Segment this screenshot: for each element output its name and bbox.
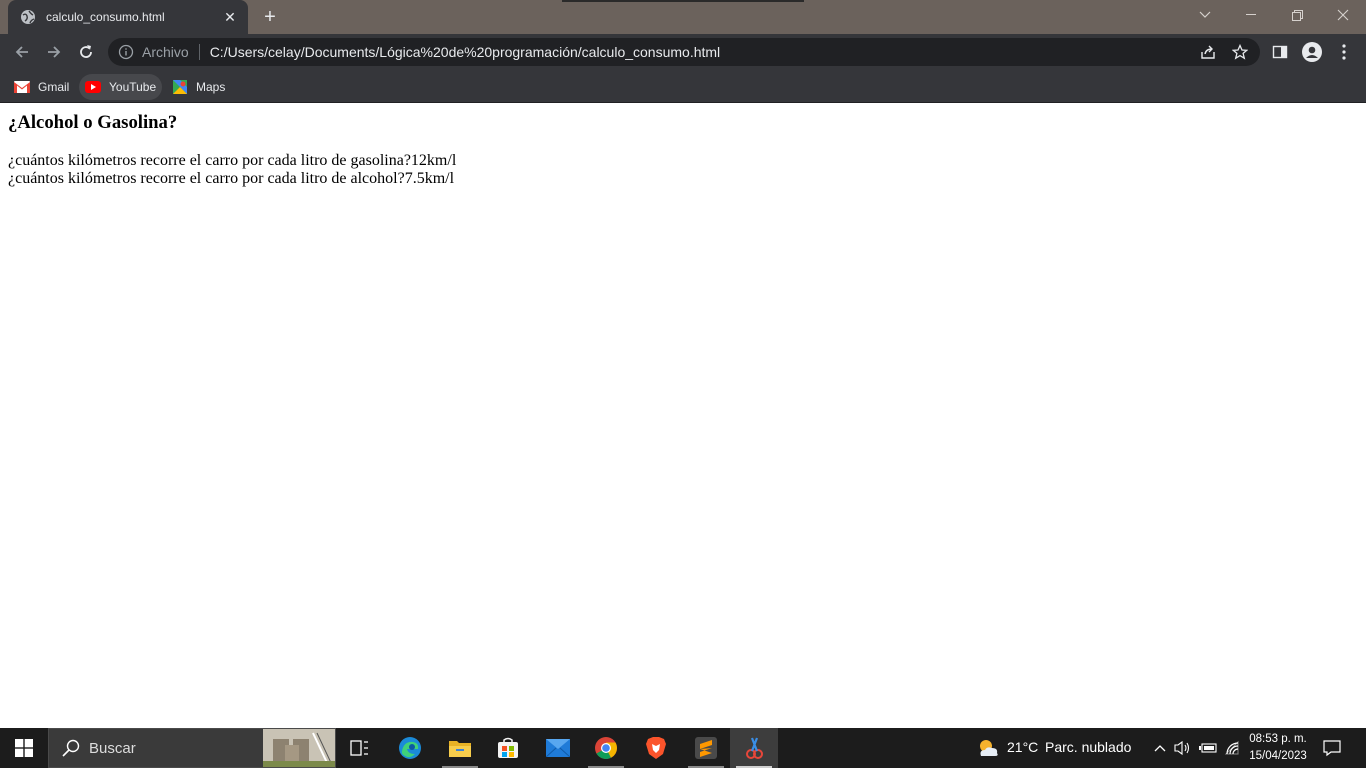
scheme-label: Archivo [142,44,189,60]
chevron-down-icon[interactable] [1182,0,1228,30]
browser-titlebar: calculo_consumo.html ✕ + [0,0,1366,34]
browser-toolbar: Archivo C:/Users/celay/Documents/Lógica%… [0,34,1366,70]
bookmark-label: YouTube [109,80,157,94]
bookmark-label: Gmail [38,80,70,94]
reload-icon[interactable] [72,38,100,66]
edge-icon[interactable] [386,728,434,768]
address-bar[interactable]: Archivo C:/Users/celay/Documents/Lógica%… [108,38,1260,66]
windows-taskbar: Buscar 21°C Parc. nublado 08:53 p. m. 15… [0,728,1366,768]
clock-time: 08:53 p. m. [1249,733,1307,745]
info-icon[interactable] [118,44,134,60]
store-icon[interactable] [484,728,532,768]
page-content: ¿Alcohol o Gasolina? ¿cuántos kilómetros… [0,103,1366,728]
back-arrow-icon[interactable] [8,38,36,66]
brave-icon[interactable] [632,728,680,768]
windows-start-icon[interactable] [0,728,48,768]
plus-icon[interactable]: + [258,5,282,29]
maps-icon [172,79,188,95]
mail-icon[interactable] [534,728,582,768]
url-text[interactable]: C:/Users/celay/Documents/Lógica%20de%20p… [210,44,720,60]
notifications-icon[interactable] [1322,738,1342,758]
battery-icon[interactable] [1198,738,1218,758]
system-clock[interactable]: 08:53 p. m. 15/04/2023 [1242,731,1314,765]
omnibox-separator [198,44,200,60]
search-placeholder: Buscar [89,739,136,757]
clock-date: 15/04/2023 [1249,750,1307,762]
weather-temp[interactable]: 21°C [1007,739,1038,755]
file-explorer-icon[interactable] [436,728,484,768]
search-icon [61,738,81,758]
titlebar-accent [562,0,804,2]
tab-active[interactable]: calculo_consumo.html ✕ [8,0,248,34]
profile-icon[interactable] [1300,40,1324,64]
chevron-up-icon[interactable] [1150,738,1170,758]
bookmarks-bar: Gmail YouTube Maps [0,70,1366,103]
page-title: ¿Alcohol o Gasolina? [8,112,178,133]
tab-title: calculo_consumo.html [46,10,165,24]
bookmark-youtube[interactable]: YouTube [79,74,163,100]
taskbar-search-box[interactable]: Buscar [48,728,336,768]
gmail-icon [14,79,30,95]
chrome-icon[interactable] [582,728,630,768]
bookmark-maps[interactable]: Maps [166,74,231,100]
weather-description[interactable]: Parc. nublado [1045,739,1131,755]
volume-icon[interactable] [1173,738,1193,758]
search-highlight-image [263,729,335,768]
share-icon[interactable] [1196,40,1220,64]
forward-arrow-icon[interactable] [40,38,68,66]
gasoline-question: ¿cuántos kilómetros recorre el carro por… [8,152,457,169]
sublime-text-icon[interactable] [682,728,730,768]
youtube-icon [85,79,101,95]
restore-icon[interactable] [1274,0,1320,30]
globe-icon [20,9,36,25]
weather-partly-cloudy-icon[interactable] [975,738,1001,758]
task-view-icon[interactable] [336,728,384,768]
close-icon[interactable]: ✕ [222,9,238,26]
bookmark-gmail[interactable]: Gmail [8,74,75,100]
wifi-icon[interactable] [1222,738,1242,758]
more-menu-icon[interactable] [1332,40,1356,64]
alcohol-question: ¿cuántos kilómetros recorre el carro por… [8,170,455,187]
bookmark-label: Maps [196,80,226,94]
star-icon[interactable] [1228,40,1252,64]
close-window-icon[interactable] [1320,0,1366,30]
minimize-icon[interactable] [1228,0,1274,30]
snipping-tool-icon[interactable] [730,728,778,768]
side-panel-icon[interactable] [1268,40,1292,64]
